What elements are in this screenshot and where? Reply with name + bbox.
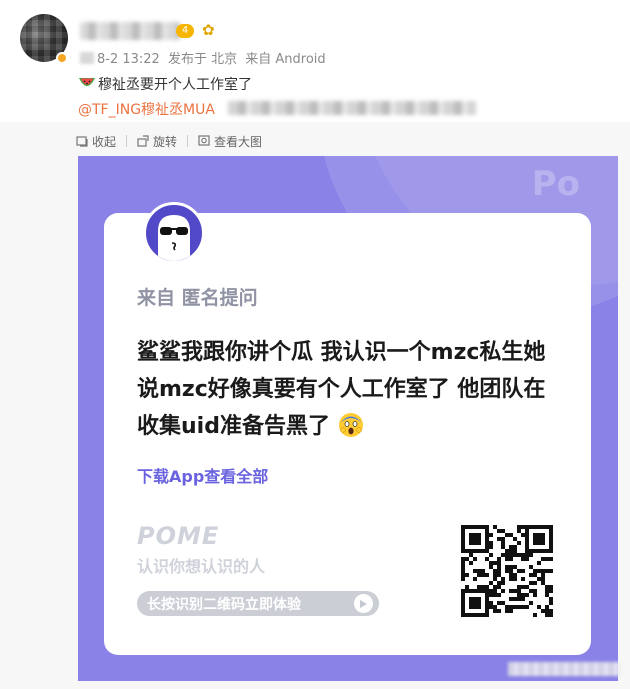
post-time[interactable]: 8-2 13:22 bbox=[97, 52, 160, 67]
screaming-face-emoji-icon bbox=[338, 413, 363, 437]
mention-link[interactable]: @TF_ING穆祉丞MUA bbox=[78, 99, 215, 119]
user-level-badge: 4 bbox=[176, 24, 194, 38]
post-source: 来自 Android bbox=[245, 52, 326, 67]
question-text: 鲨鲨我跟你讲个瓜 我认识一个mzc私生她说mzc好像真要有个人工作室了 他团队在… bbox=[137, 334, 567, 445]
play-icon bbox=[354, 594, 373, 613]
post-location: 发布于 北京 bbox=[167, 52, 238, 67]
rotate-button[interactable]: 旋转 bbox=[137, 133, 177, 150]
from-anonymous-label: 来自 匿名提问 bbox=[137, 287, 258, 309]
view-large-button[interactable]: 查看大图 bbox=[198, 133, 262, 150]
magnify-icon bbox=[198, 135, 210, 146]
anonymous-cool-face-icon bbox=[158, 215, 190, 261]
sunflower-badge-icon: ✿ bbox=[202, 21, 215, 39]
slogan: 认识你想认识的人 bbox=[137, 557, 266, 576]
view-large-label: 查看大图 bbox=[214, 134, 263, 149]
rotate-label: 旋转 bbox=[153, 134, 178, 149]
watermark-blurred bbox=[508, 662, 620, 676]
scan-qr-prompt[interactable]: 长按识别二维码立即体验 bbox=[137, 591, 379, 616]
post-text: 穆祉丞要开个人工作室了 bbox=[98, 77, 252, 93]
pome-brand: POME bbox=[137, 522, 220, 550]
collapse-label: 收起 bbox=[92, 134, 117, 149]
mention-blurred bbox=[228, 101, 476, 115]
anonymous-avatar bbox=[143, 202, 205, 264]
po-logo: Po bbox=[531, 164, 580, 204]
scan-qr-label: 长按识别二维码立即体验 bbox=[147, 596, 301, 613]
post-meta: 8-2 13:22 发布于 北京 来自 Android bbox=[97, 48, 330, 67]
username-blurred[interactable] bbox=[80, 22, 180, 40]
divider bbox=[187, 135, 189, 147]
verified-badge-icon bbox=[56, 52, 68, 64]
image-toolbar: 收起 旋转 查看大图 bbox=[76, 132, 262, 150]
watermelon-icon bbox=[79, 78, 95, 86]
rotate-icon bbox=[137, 135, 149, 147]
divider bbox=[126, 135, 128, 147]
download-app-link[interactable]: 下载App查看全部 bbox=[137, 463, 268, 487]
collapse-button[interactable]: 收起 bbox=[76, 133, 116, 150]
collapse-icon bbox=[76, 136, 88, 147]
meta-blurred bbox=[80, 52, 94, 64]
qr-code[interactable] bbox=[461, 525, 553, 617]
